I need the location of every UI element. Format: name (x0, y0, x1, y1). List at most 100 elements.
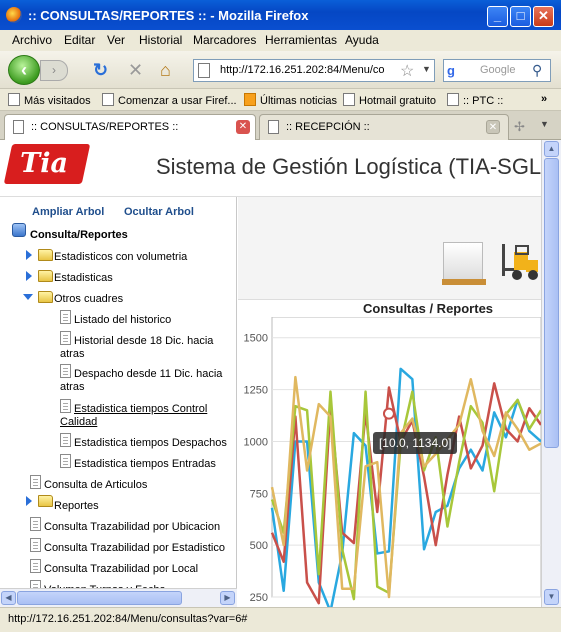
document-icon (30, 538, 41, 552)
window-titlebar: :: CONSULTAS/REPORTES :: - Mozilla Firef… (0, 0, 561, 30)
tab-consultas[interactable]: :: CONSULTAS/REPORTES :: ✕ (4, 114, 256, 140)
scroll-up-icon[interactable]: ▲ (544, 141, 559, 157)
close-window-button[interactable]: ✕ (533, 6, 554, 27)
bookmarks-overflow-icon[interactable]: » (541, 93, 547, 105)
app-header: Tia Sistema de Gestión Logística (TIA-SG… (0, 140, 549, 197)
new-tab-icon[interactable]: ✢ (514, 119, 525, 135)
document-icon (60, 454, 71, 468)
tree-item-otros-cuadres[interactable]: Otros cuadres (54, 293, 123, 306)
menu-tree-panel: Ampliar Arbol Ocultar Arbol Consulta/Rep… (0, 197, 237, 607)
tree-item-despacho-11dic[interactable]: Despacho desde 11 Dic. hacia atras (60, 368, 230, 394)
tree-item-traz-ubicacion[interactable]: Consulta Trazabilidad por Ubicacion (44, 521, 220, 534)
y-tick-label: 1500 (244, 333, 268, 345)
tree-item-traz-estadistico[interactable]: Consulta Trazabilidad por Estadistico (44, 542, 225, 555)
pallet-box-icon (442, 242, 486, 285)
tree-item-est-entradas[interactable]: Estadistica tiempos Entradas (74, 458, 216, 471)
bookmark-noticias[interactable]: Últimas noticias (244, 93, 337, 107)
chart-tooltip: [10.0, 1134.0] (372, 431, 458, 454)
tree-item-estadisticos-volumetria[interactable]: Estadisticos con volumetria (54, 251, 187, 264)
bookmarks-toolbar: Más visitados Comenzar a usar Firef... Ú… (0, 89, 561, 111)
folder-icon (38, 270, 53, 282)
menu-editar[interactable]: Editar (64, 33, 95, 47)
menu-ayuda[interactable]: Ayuda (345, 33, 379, 47)
tab-recepcion[interactable]: :: RECEPCIÓN :: ✕ (259, 114, 509, 140)
bookmark-page-icon (8, 93, 20, 106)
status-text: http://172.16.251.202:84/Menu/consultas?… (8, 613, 248, 625)
maximize-button[interactable]: □ (510, 6, 531, 27)
forward-button[interactable]: › (40, 60, 68, 81)
scroll-thumb[interactable] (544, 158, 559, 448)
stop-icon[interactable]: ✕ (128, 61, 143, 79)
tree-item-est-despachos[interactable]: Estadistica tiempos Despachos (74, 437, 227, 450)
vertical-scrollbar[interactable]: ▲ ▼ (541, 140, 561, 607)
bookmark-comenzar[interactable]: Comenzar a usar Firef... (102, 93, 237, 107)
expand-tree-link[interactable]: Ampliar Arbol (32, 206, 104, 218)
scroll-thumb[interactable] (17, 591, 182, 605)
tree-item-reportes[interactable]: Reportes (54, 500, 99, 513)
y-tick-label: 250 (250, 592, 268, 604)
report-pane-header (238, 197, 541, 300)
google-icon[interactable]: g (447, 63, 463, 78)
y-tick-label: 1250 (244, 385, 268, 397)
page-content: Tia Sistema de Gestión Logística (TIA-SG… (0, 140, 561, 607)
tree-item-historial-18dic[interactable]: Historial desde 18 Dic. hacia atras (60, 335, 230, 361)
page-icon (198, 63, 210, 78)
tree-item-listado-historico[interactable]: Listado del historico (74, 314, 171, 327)
document-icon (60, 433, 71, 447)
y-tick-label: 500 (250, 540, 268, 552)
search-box[interactable]: g Google ⚲ (443, 59, 551, 82)
document-icon (60, 310, 71, 324)
menu-herramientas[interactable]: Herramientas (265, 33, 337, 47)
line-chart[interactable]: 250 500 750 1000 1250 1500 (238, 317, 541, 607)
tree-root[interactable]: Consulta/Reportes (30, 229, 128, 242)
tree-item-consulta-articulos[interactable]: Consulta de Articulos (44, 479, 147, 492)
tia-logo: Tia (3, 144, 91, 184)
forklift-icon (502, 244, 538, 280)
bookmark-star-icon[interactable]: ☆ (400, 61, 414, 81)
tab-close-icon[interactable]: ✕ (236, 120, 250, 134)
folder-open-icon (38, 291, 53, 303)
report-pane: Consultas / Reportes 250 500 750 1000 1250 15… (238, 197, 541, 607)
menu-marcadores[interactable]: Marcadores (193, 33, 256, 47)
home-icon[interactable]: ⌂ (160, 61, 171, 79)
reload-icon[interactable]: ↻ (93, 61, 108, 79)
tree-item-traz-local[interactable]: Consulta Trazabilidad por Local (44, 563, 198, 576)
menu-ver[interactable]: Ver (107, 33, 125, 47)
collapse-arrow-icon[interactable] (23, 294, 33, 300)
window-title: :: CONSULTAS/REPORTES :: - Mozilla Firef… (28, 8, 309, 23)
bookmark-mas-visitados[interactable]: Más visitados (8, 93, 91, 107)
tree-item-estadisticas[interactable]: Estadisticas (54, 272, 113, 285)
y-tick-label: 750 (250, 488, 268, 500)
tab-list-icon[interactable]: ▼ (540, 119, 549, 129)
expand-arrow-icon[interactable] (26, 250, 32, 260)
bookmark-page-icon (102, 93, 114, 106)
expand-arrow-icon[interactable] (26, 496, 32, 506)
document-icon (30, 475, 41, 489)
search-icon[interactable]: ⚲ (532, 62, 542, 79)
url-bar[interactable]: http://172.16.251.202:84/Menu/co ☆ ▼ (193, 59, 435, 82)
back-button[interactable]: ‹ (8, 55, 40, 85)
tab-strip: :: CONSULTAS/REPORTES :: ✕ :: RECEPCIÓN … (0, 111, 561, 140)
url-dropdown-icon[interactable]: ▼ (422, 64, 431, 74)
scroll-right-icon[interactable]: ▶ (220, 591, 235, 605)
hide-tree-link[interactable]: Ocultar Arbol (124, 206, 194, 218)
scroll-down-icon[interactable]: ▼ (544, 589, 559, 605)
menu-historial[interactable]: Historial (139, 33, 182, 47)
chart-title: Consultas / Reportes (363, 301, 494, 316)
folder-icon (38, 249, 53, 261)
horizontal-scrollbar[interactable]: ◀ ▶ (0, 588, 237, 607)
tree-item-est-control-calidad[interactable]: Estadistica tiempos Control Calidad (60, 403, 230, 429)
document-icon (30, 517, 41, 531)
scroll-left-icon[interactable]: ◀ (1, 591, 16, 605)
highlight-point[interactable] (382, 407, 395, 420)
search-placeholder: Google (480, 64, 516, 76)
url-text: http://172.16.251.202:84/Menu/co (220, 64, 385, 76)
bookmark-ptc[interactable]: :: PTC :: (447, 93, 503, 107)
minimize-button[interactable]: _ (487, 6, 508, 27)
y-tick-label: 1000 (244, 436, 268, 448)
bookmark-hotmail[interactable]: Hotmail gratuito (343, 93, 436, 107)
menu-archivo[interactable]: Archivo (12, 33, 52, 47)
root-tree-icon (12, 223, 26, 237)
expand-arrow-icon[interactable] (26, 271, 32, 281)
tab-close-icon[interactable]: ✕ (486, 120, 500, 134)
